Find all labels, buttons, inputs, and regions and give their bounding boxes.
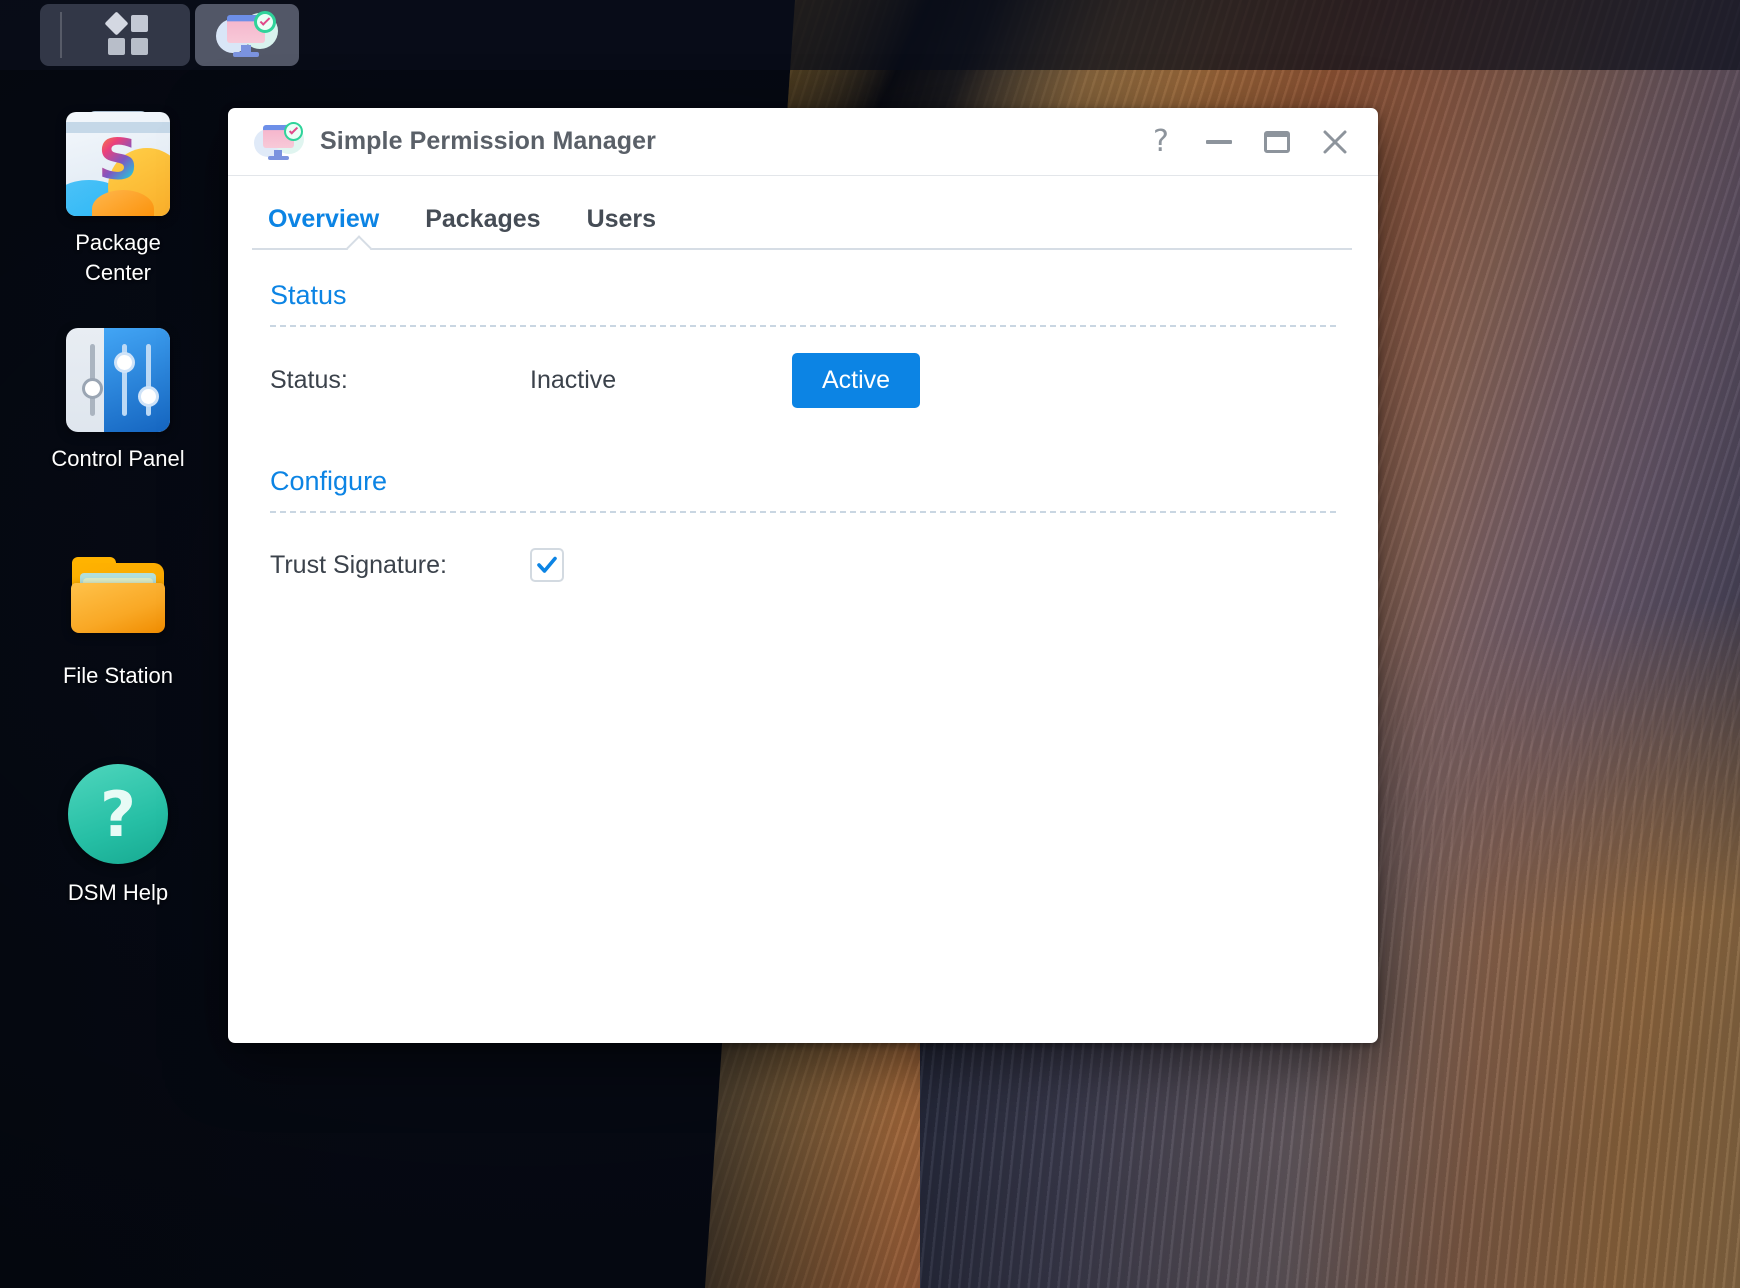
window-titlebar[interactable]: Simple Permission Manager ? [228, 108, 1378, 176]
minimize-button[interactable] [1190, 116, 1248, 168]
taskbar-app-tile-spm[interactable] [195, 4, 299, 66]
taskbar [0, 0, 1740, 70]
window-title: Simple Permission Manager [320, 127, 656, 155]
tab-underline [252, 235, 1352, 261]
question-mark-glyph: ? [68, 764, 168, 864]
package-center-icon: S [66, 111, 170, 216]
taskbar-show-desktop-tile[interactable] [40, 4, 190, 66]
trust-signature-row: Trust Signature: [270, 539, 1352, 591]
grid-icon [104, 11, 148, 55]
spm-app-icon [216, 7, 278, 63]
window-content: Status Status: Inactive Active Configure… [228, 250, 1378, 1043]
desktop-icon-label: Control Panel [51, 446, 185, 471]
status-label: Status: [270, 366, 348, 394]
section-divider [270, 511, 1336, 513]
desktop-icon-label: DSM Help [67, 880, 169, 905]
section-heading-configure: Configure [270, 466, 388, 496]
desktop-icon-label: Package Center [75, 230, 161, 285]
desktop-icon-label: File Station [62, 663, 174, 688]
app-window[interactable]: Simple Permission Manager ? Overview Pac… [228, 108, 1378, 1043]
trust-signature-checkbox[interactable] [530, 548, 564, 582]
section-heading-status: Status [270, 280, 347, 310]
status-row: Status: Inactive Active [270, 353, 1352, 408]
window-controls: ? [1132, 116, 1364, 168]
activate-button[interactable]: Active [792, 353, 921, 408]
desktop-icon-package-center[interactable]: S Package Center [18, 111, 218, 288]
close-icon [1323, 130, 1347, 153]
dsm-help-icon: ? [66, 762, 170, 866]
desktop[interactable]: S Package Center Control Panel File Stat… [0, 0, 1740, 1288]
desktop-icon-control-panel[interactable]: Control Panel [18, 328, 218, 474]
tab-bar: Overview Packages Users [228, 176, 1378, 248]
desktop-icon-file-station[interactable]: File Station [18, 545, 218, 691]
help-button[interactable]: ? [1132, 116, 1190, 168]
status-value: Inactive [530, 366, 617, 394]
tab-users[interactable]: Users [587, 205, 657, 248]
maximize-button[interactable] [1248, 116, 1306, 168]
check-icon [537, 556, 557, 573]
trust-signature-label: Trust Signature: [270, 550, 447, 579]
minimize-icon [1206, 139, 1232, 144]
question-mark-icon: ? [1153, 124, 1169, 159]
tab-packages[interactable]: Packages [425, 205, 540, 248]
close-button[interactable] [1306, 116, 1364, 168]
desktop-icon-dsm-help[interactable]: ? DSM Help [18, 762, 218, 908]
spm-app-icon [254, 119, 304, 165]
file-station-icon [66, 545, 170, 649]
maximize-icon [1264, 130, 1290, 153]
control-panel-icon [66, 328, 170, 432]
section-divider [270, 325, 1336, 327]
